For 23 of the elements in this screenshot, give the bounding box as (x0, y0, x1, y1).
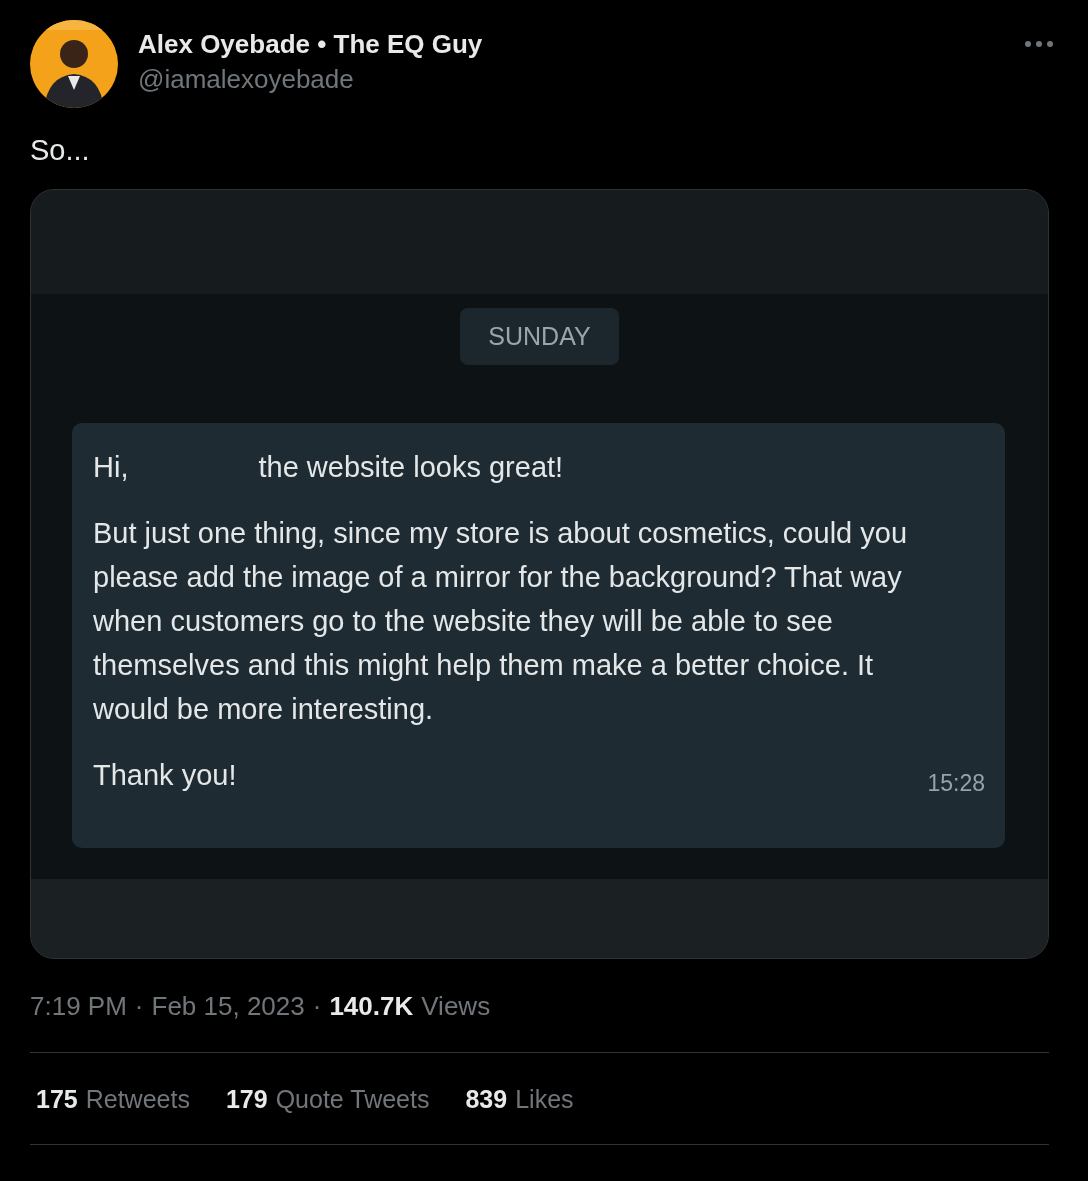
message-text: But just one thing, since my store is about cosmetics, could you please add the image of a mirror for the background? That way when customers go to the website they will be able to see themselves and this might help them make a better choice. It would be more interesting. (93, 516, 908, 727)
media-card[interactable] (30, 189, 1049, 959)
greeting-text: Hi, (93, 450, 129, 485)
post-date[interactable]: Feb 15, 2023 (151, 991, 305, 1022)
stat-count[interactable]: 175 (36, 1085, 78, 1114)
stat-label[interactable]: Quote Tweets (275, 1085, 430, 1114)
stat-count[interactable]: 839 (465, 1085, 508, 1114)
post-time[interactable]: 7:19 PM (30, 991, 127, 1022)
day-label: SUNDAY (460, 308, 619, 365)
views-label: Views (421, 991, 491, 1022)
closing-text: Thank you! (93, 758, 237, 793)
author-handle[interactable]: @iamalexoyebade (138, 62, 1004, 96)
stat-label[interactable]: Retweets (85, 1085, 190, 1114)
separator-dot: · (134, 991, 144, 1022)
tweet-text: So... (30, 134, 91, 167)
views-count: 140.7K (329, 991, 414, 1022)
stat-count[interactable]: 179 (225, 1085, 268, 1114)
message-time: 15:28 (927, 769, 985, 797)
author-name[interactable]: Alex Oyebade • The EQ Guy (138, 26, 1004, 62)
greeting-text: the website looks great! (258, 450, 564, 485)
separator-dot: · (312, 991, 322, 1022)
more-icon[interactable] (1024, 40, 1054, 48)
stat-label[interactable]: Likes (515, 1085, 574, 1114)
